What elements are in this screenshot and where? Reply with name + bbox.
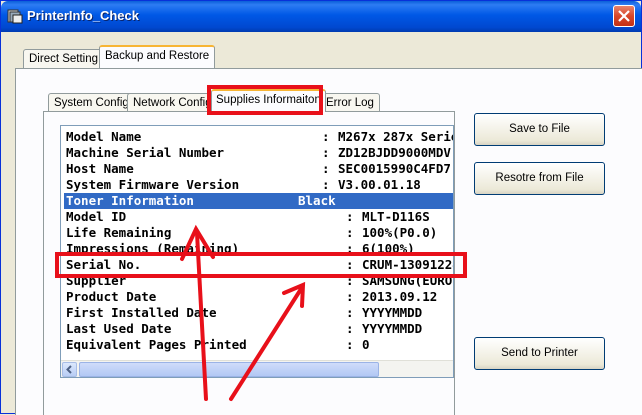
info-row-colon: : bbox=[322, 129, 330, 144]
info-row-colon: : bbox=[346, 305, 354, 320]
info-row[interactable]: Model Name: M267x 287x Series bbox=[64, 129, 454, 145]
info-row[interactable]: Model ID: MLT-D116S bbox=[64, 209, 453, 225]
info-row-value: 100%(P0.0) bbox=[362, 225, 438, 240]
info-row-colon: : bbox=[322, 145, 330, 160]
info-row[interactable]: Product Date:2013.09.12 bbox=[64, 289, 453, 305]
info-row[interactable]: Supplier: SAMSUNG(EURO) bbox=[64, 273, 454, 289]
chevron-left-icon bbox=[66, 365, 72, 374]
info-row-colon: : bbox=[322, 177, 330, 192]
tab-error-log[interactable]: Error Log bbox=[320, 93, 380, 113]
info-row-label: Last Used Date bbox=[66, 321, 172, 336]
info-row-label: Toner Information bbox=[66, 193, 194, 208]
info-row-label: System Firmware Version bbox=[66, 177, 240, 192]
info-row-colon: : bbox=[322, 161, 330, 176]
tab-supplies-information[interactable]: Supplies Informaiton bbox=[211, 89, 326, 112]
tab-system-config[interactable]: System Config bbox=[48, 93, 135, 113]
close-button[interactable] bbox=[613, 5, 635, 27]
info-row[interactable]: System Firmware Version: V3.00.01.18 bbox=[64, 177, 453, 193]
info-row[interactable]: First Installed Date: YYYYMMDD bbox=[64, 305, 453, 321]
info-row-value: Black bbox=[298, 193, 336, 208]
window-title: PrinterInfo_Check bbox=[27, 8, 139, 23]
info-row-value: MLT-D116S bbox=[362, 209, 430, 224]
info-row-value: ZD12BJDD9000MDV bbox=[338, 145, 451, 160]
info-row-label: Model Name bbox=[66, 129, 142, 144]
info-row-value: 0 bbox=[362, 337, 370, 352]
info-row-value: 6(100%) bbox=[362, 241, 415, 256]
app-window: PrinterInfo_Check Direct Setting Backup … bbox=[0, 0, 642, 415]
app-icon bbox=[7, 9, 23, 24]
info-row[interactable]: Life Remaining:100%(P0.0) bbox=[64, 225, 453, 241]
info-row-colon: : bbox=[346, 337, 354, 352]
horizontal-scrollbar[interactable] bbox=[61, 360, 453, 377]
tab-direct-setting[interactable]: Direct Setting bbox=[23, 49, 105, 69]
save-to-file-button[interactable]: Save to File bbox=[474, 113, 605, 146]
info-row-label: Supplier bbox=[66, 273, 127, 288]
info-row-label: First Installed Date bbox=[66, 305, 217, 320]
info-row-value: YYYYMMDD bbox=[362, 321, 423, 336]
info-row[interactable]: Equivalent Pages Printed:0 bbox=[64, 337, 453, 353]
info-row[interactable]: Host Name: SEC0015990C4FD7 bbox=[64, 161, 453, 177]
info-row-label: Model ID bbox=[66, 209, 127, 224]
info-row-label: Impressions (Remaining) bbox=[66, 241, 240, 256]
info-row[interactable]: Machine Serial Number: ZD12BJDD9000MDV bbox=[64, 145, 453, 161]
tab-network-config[interactable]: Network Config bbox=[127, 93, 218, 113]
info-row-colon: : bbox=[346, 225, 354, 240]
info-row-value: SEC0015990C4FD7 bbox=[338, 161, 451, 176]
info-row-colon: : bbox=[346, 209, 354, 224]
info-row-label: Product Date bbox=[66, 289, 157, 304]
info-row-value: V3.00.01.18 bbox=[338, 177, 421, 192]
info-row-label: Equivalent Pages Printed bbox=[66, 337, 247, 352]
info-row-value: YYYYMMDD bbox=[362, 305, 423, 320]
info-rows: Model Name: M267x 287x Series Machine Seri… bbox=[64, 129, 454, 353]
close-icon bbox=[618, 10, 630, 22]
scroll-thumb[interactable] bbox=[79, 362, 379, 377]
info-row-colon: : bbox=[346, 273, 354, 288]
info-row-label: Machine Serial Number bbox=[66, 145, 225, 160]
info-row-label: Life Remaining bbox=[66, 225, 172, 240]
info-row[interactable]: Last Used Date: YYYYMMDD bbox=[64, 321, 453, 337]
toner-information-header[interactable]: Toner Information Black bbox=[64, 193, 453, 209]
title-bar[interactable]: PrinterInfo_Check bbox=[1, 1, 641, 32]
tab-backup-and-restore[interactable]: Backup and Restore bbox=[99, 45, 216, 68]
scroll-left-button[interactable] bbox=[62, 362, 77, 377]
info-row-colon: : bbox=[346, 289, 354, 304]
info-row-colon: : bbox=[346, 257, 354, 272]
info-row-value: M267x 287x Series bbox=[338, 129, 454, 144]
info-row-value: SAMSUNG(EURO) bbox=[362, 273, 454, 288]
info-row-label: Host Name bbox=[66, 161, 134, 176]
restore-from-file-button[interactable]: Resotre from File bbox=[474, 162, 605, 195]
info-row[interactable]: Serial No.: CRUM-13091224 bbox=[64, 257, 454, 273]
info-row-label: Serial No. bbox=[66, 257, 142, 272]
send-to-printer-button[interactable]: Send to Printer bbox=[474, 337, 605, 370]
info-row-colon: : bbox=[346, 321, 354, 336]
supplies-info-list[interactable]: Model Name: M267x 287x Series Machine Seri… bbox=[60, 125, 454, 378]
info-row[interactable]: Impressions (Remaining):6(100%) bbox=[64, 241, 453, 257]
info-row-colon: : bbox=[346, 241, 354, 256]
info-row-value: CRUM-13091224 bbox=[362, 257, 454, 272]
info-row-value: 2013.09.12 bbox=[362, 289, 438, 304]
